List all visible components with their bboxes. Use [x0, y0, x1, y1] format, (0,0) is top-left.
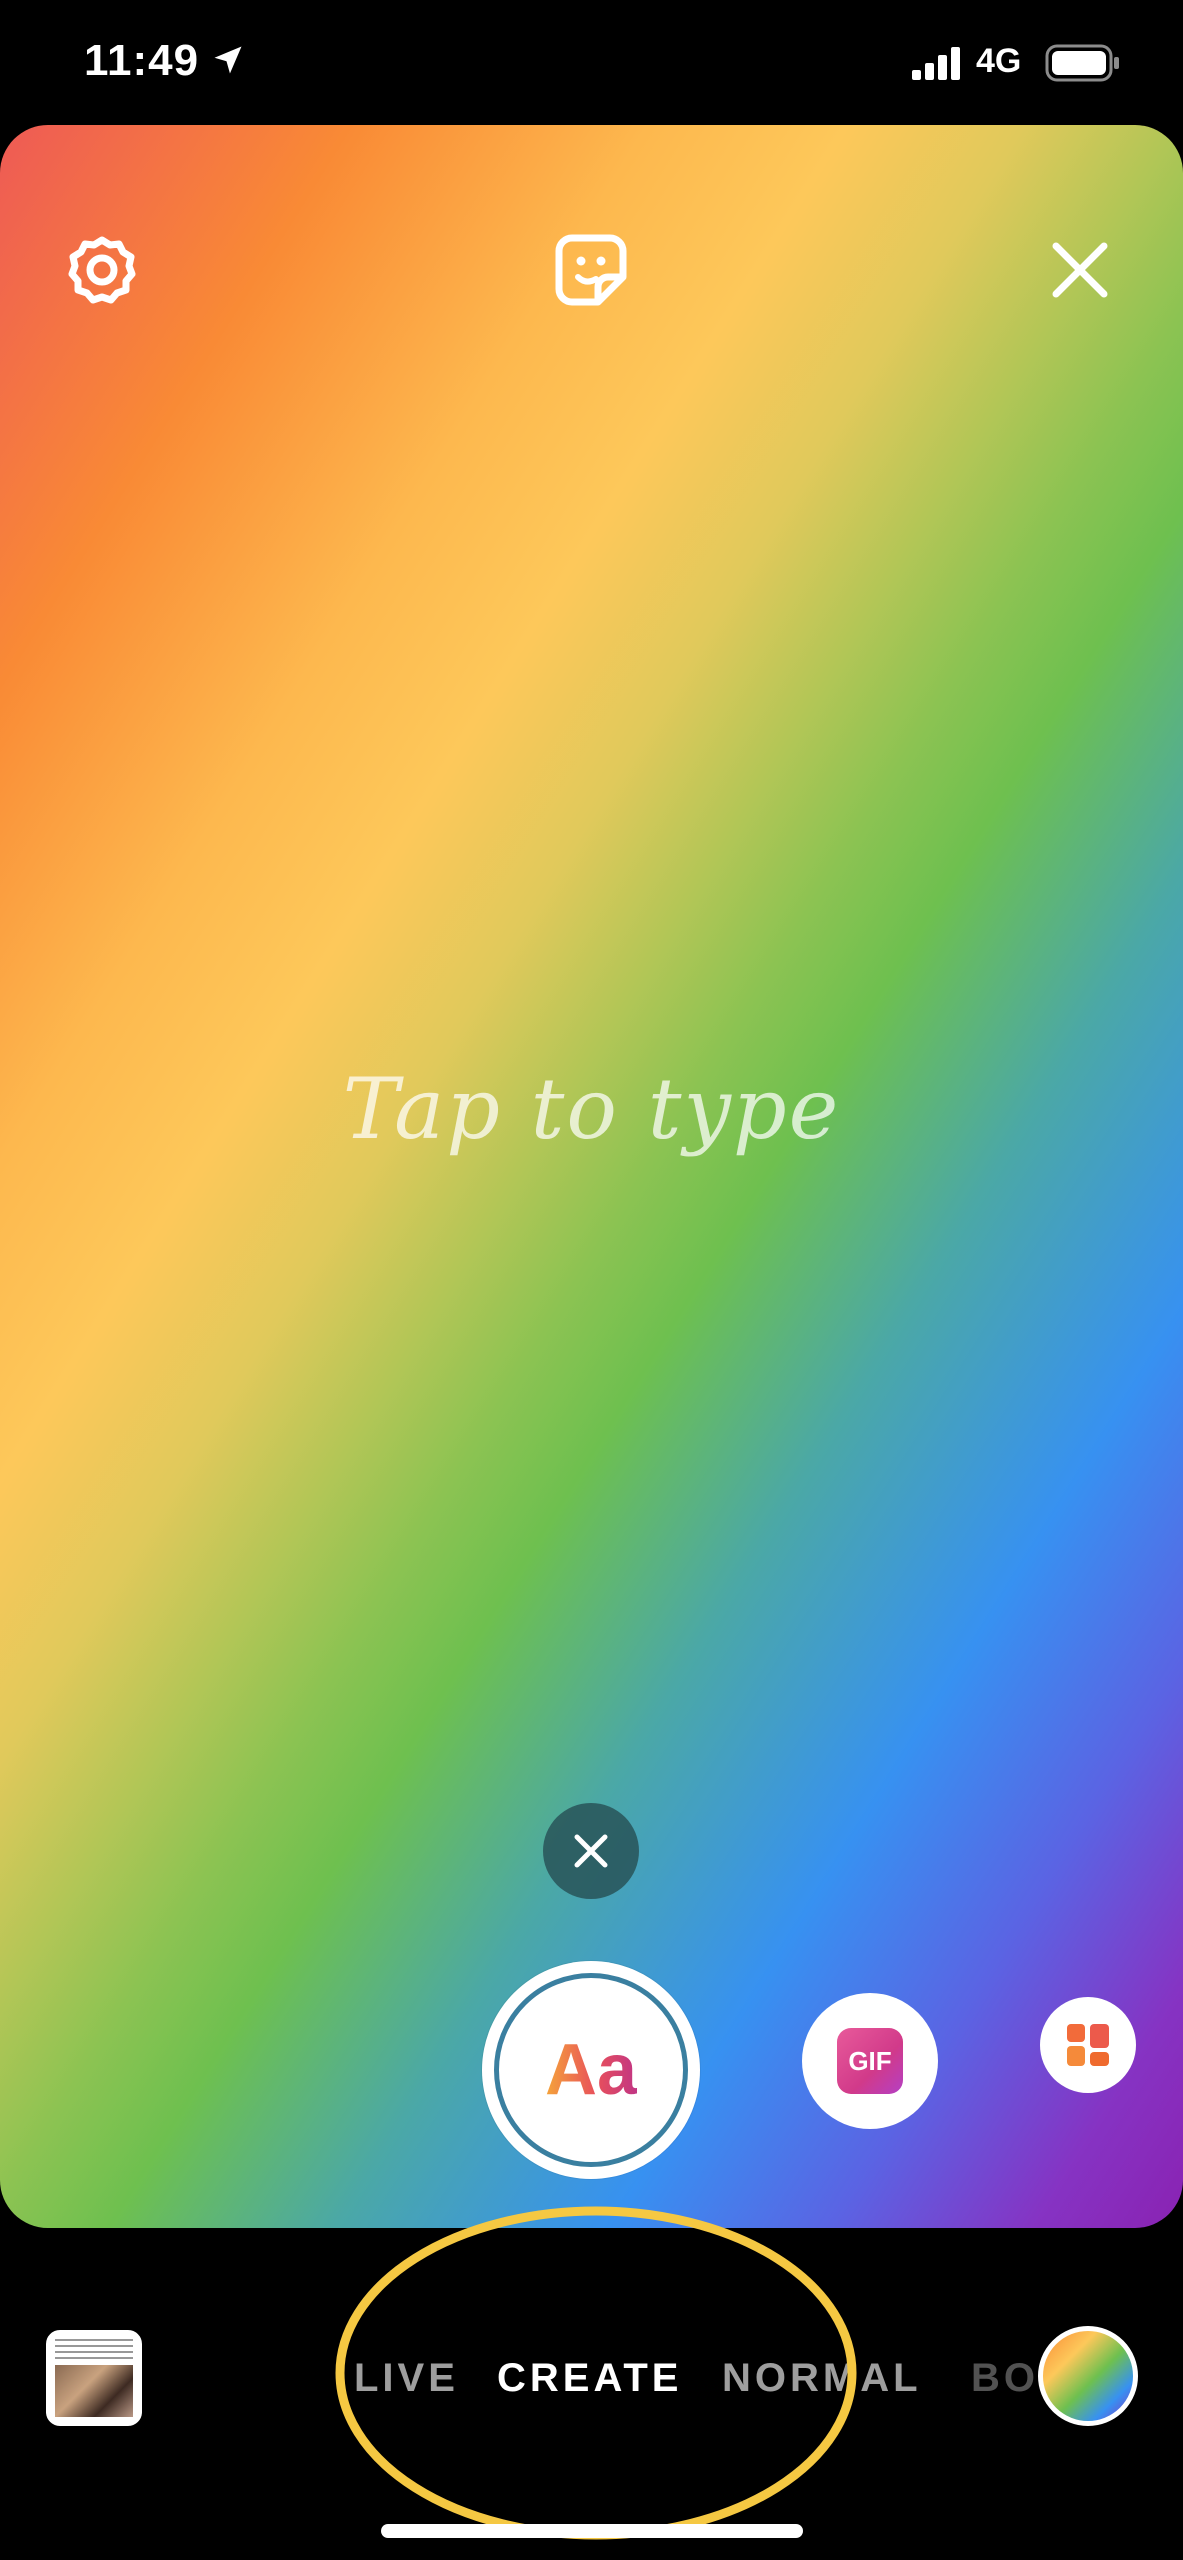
location-arrow-icon: [214, 46, 242, 74]
text-tool-button[interactable]: Aa: [482, 1961, 700, 2179]
gif-button[interactable]: GIF: [802, 1993, 938, 2129]
templates-icon: [1067, 2024, 1109, 2066]
home-indicator: [381, 2524, 803, 2538]
cellular-signal-icon: [912, 47, 960, 80]
gif-icon: GIF: [837, 2028, 903, 2094]
settings-icon[interactable]: [62, 230, 142, 310]
gradient-color-picker[interactable]: [1038, 2326, 1138, 2426]
story-canvas[interactable]: Tap to type Aa GIF: [0, 125, 1183, 2228]
highlight-annotation: [335, 2206, 857, 2540]
text-tool-label: Aa: [544, 2030, 638, 2110]
templates-button[interactable]: [1040, 1997, 1136, 2093]
sticker-icon[interactable]: [551, 230, 631, 310]
close-icon[interactable]: [1040, 230, 1120, 310]
status-time: 11:49: [84, 36, 200, 85]
status-bar: 11:49 4G: [0, 0, 1183, 125]
mode-boomerang[interactable]: BO: [971, 2345, 1039, 2411]
network-type: 4G: [976, 42, 1022, 80]
tap-to-type-placeholder[interactable]: Tap to type: [0, 1060, 1183, 1158]
battery-icon: [1045, 44, 1119, 82]
gif-label: GIF: [848, 2045, 892, 2076]
text-tool-ring: Aa: [494, 1973, 688, 2167]
dismiss-tools-button[interactable]: [543, 1803, 639, 1899]
close-icon: [574, 1834, 608, 1868]
